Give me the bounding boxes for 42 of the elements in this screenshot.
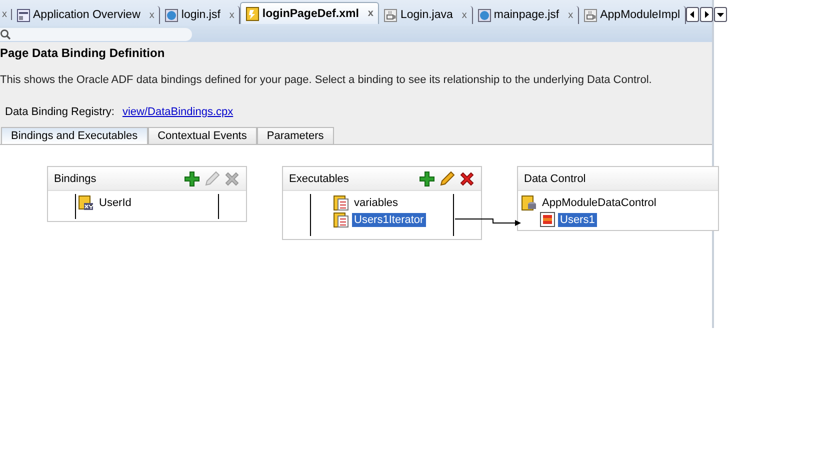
scroll-left-button[interactable]: [686, 7, 700, 22]
attribute-icon: [78, 194, 94, 210]
editor-tab[interactable]: AppModuleImpl: [579, 6, 686, 24]
section-tab[interactable]: Bindings and Executables: [1, 127, 148, 144]
iterator-icon: [333, 212, 349, 228]
add-icon[interactable]: [184, 170, 200, 186]
tree-item[interactable]: AppModuleDataControl: [540, 196, 658, 210]
section-tab[interactable]: Parameters: [256, 127, 334, 144]
page-title: Page Data Binding Definition: [0, 45, 166, 60]
page-description: This shows the Oracle ADF data bindings defined for your page. Select a binding to see its relationship to the underlying Data Control.: [0, 74, 653, 86]
registry-label: Data Binding Registry:: [5, 106, 114, 118]
section-tab[interactable]: Contextual Events: [148, 127, 257, 144]
window-icon: [17, 8, 30, 22]
editor-tab[interactable]: loginPageDef.xml x: [240, 2, 380, 24]
collection-icon: [540, 212, 555, 227]
page-definition-icon: [246, 6, 260, 20]
tree-item[interactable]: Users1: [558, 212, 597, 226]
tree-item[interactable]: variables: [352, 196, 400, 210]
editor-tab[interactable]: Login.java x: [379, 6, 473, 24]
add-icon[interactable]: [419, 170, 435, 186]
pencil-icon[interactable]: [439, 170, 455, 186]
data-control-icon: [521, 194, 537, 210]
coffee-cup-icon: [584, 8, 598, 22]
globe-icon: [478, 8, 491, 22]
editor-tab[interactable]: Application Overview x: [12, 6, 160, 24]
tree-item[interactable]: Users1Iterator: [352, 212, 426, 226]
delete-icon[interactable]: [459, 170, 475, 186]
dropdown-button[interactable]: [714, 7, 728, 22]
editor-tab[interactable]: mainpage.jsf x: [472, 6, 580, 24]
panel-title: Data Control: [524, 172, 587, 184]
coffee-cup-icon: [384, 8, 398, 22]
editor-tab[interactable]: login.jsf x: [160, 6, 240, 24]
registry-link[interactable]: view/DataBindings.cpx: [122, 106, 234, 118]
search-field[interactable]: [0, 28, 192, 40]
globe-icon: [165, 8, 178, 22]
iterator-icon: [333, 194, 349, 210]
search-icon: [0, 28, 11, 40]
panel-title: Bindings: [54, 172, 98, 184]
close-button[interactable]: x: [2, 9, 12, 20]
tree-item[interactable]: UserId: [97, 196, 134, 210]
panel-title: Executables: [289, 172, 350, 184]
scroll-right-button[interactable]: [700, 7, 714, 22]
